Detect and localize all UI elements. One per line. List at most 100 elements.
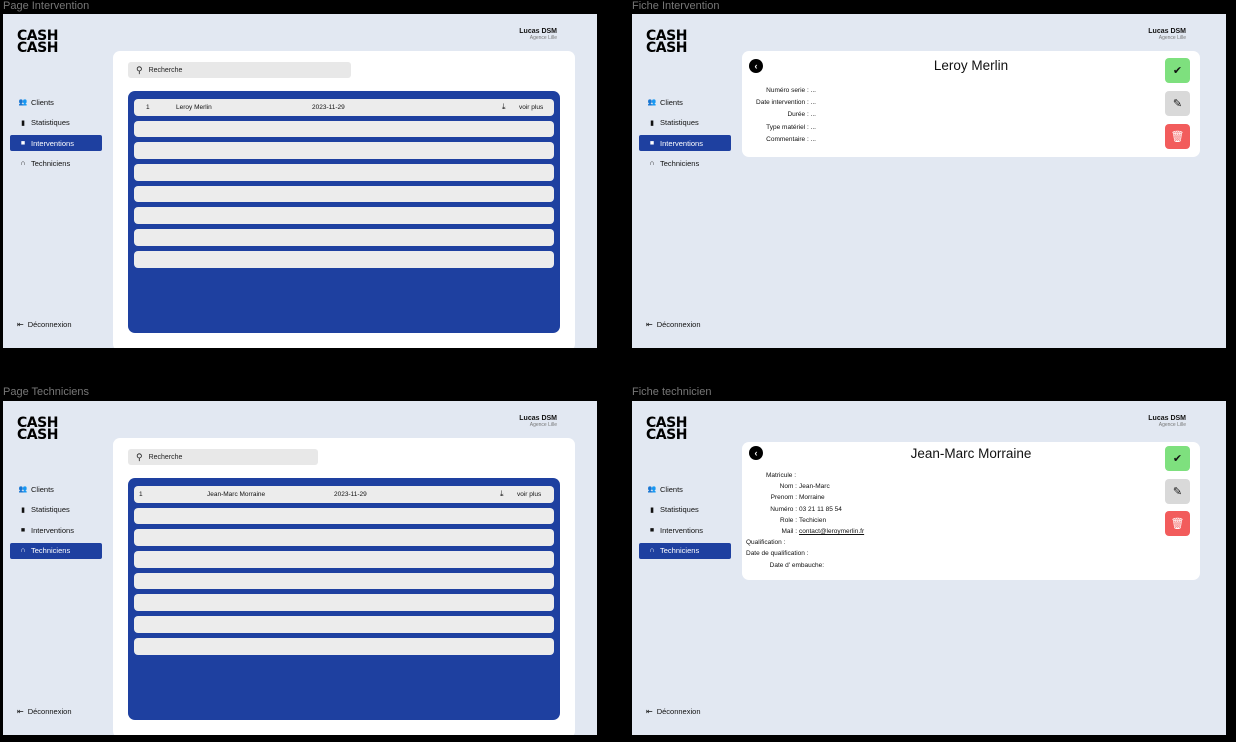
edit-button[interactable]: ✎: [1165, 91, 1190, 116]
bar-chart-icon: ▮: [21, 506, 25, 514]
sidebar-item-statistiques[interactable]: ▮ Statistiques: [10, 115, 102, 131]
detail-card: ‹ Jean-Marc Morraine Matricule : Nom : Je…: [742, 442, 1200, 580]
delete-button[interactable]: 🗑: [1165, 511, 1190, 536]
user-info: Lucas DSM Agence Lille: [1148, 28, 1186, 41]
logo: CASH CASH: [17, 28, 58, 56]
sidebar-item-techniciens[interactable]: ∩ Techniciens: [10, 156, 102, 172]
table-row[interactable]: [134, 185, 554, 203]
logout-button[interactable]: ⇤ Déconnexion: [646, 320, 700, 329]
edit-button[interactable]: ✎: [1165, 479, 1190, 504]
field-commentaire: Commentaire : ...: [766, 135, 816, 143]
headset-icon: ∩: [649, 160, 655, 167]
logout-icon: ⇤: [646, 707, 653, 716]
logout-icon: ⇤: [646, 320, 653, 329]
mail-link[interactable]: contact@leroymerlin.fr: [799, 526, 864, 537]
user-info: Lucas DSM Agence Lille: [1148, 415, 1186, 428]
trash-icon: 🗑: [1170, 131, 1185, 143]
logo: CASH CASH: [646, 28, 687, 56]
user-name: Lucas DSM: [519, 415, 557, 422]
sidebar-item-clients[interactable]: 👥 Clients: [639, 94, 731, 110]
intervention-fields: Numéro serie : ... Date intervention : .…: [748, 85, 816, 146]
table-row[interactable]: [134, 164, 554, 181]
page-techniciens: CASH CASH Lucas DSM Agence Lille 👥 Clients…: [3, 401, 597, 735]
logout-button[interactable]: ⇤ Déconnexion: [17, 707, 71, 716]
table-row[interactable]: [134, 120, 554, 138]
frame-title: Fiche technicien: [632, 386, 712, 398]
field-qualification: Qualification :: [746, 539, 786, 547]
intervention-list: 1 Leroy Merlin 2023-11-29 ⤓ voir plus: [128, 91, 560, 333]
truck-icon: ■: [20, 139, 26, 147]
headset-icon: ∩: [20, 547, 26, 554]
users-icon: 👥: [18, 486, 28, 493]
check-icon: ✔: [1172, 453, 1183, 465]
field-date-intervention: Date intervention : ...: [756, 99, 816, 107]
table-row[interactable]: [134, 250, 554, 268]
table-row[interactable]: 1 Leroy Merlin 2023-11-29 ⤓ voir plus: [134, 99, 554, 116]
table-row[interactable]: [134, 207, 554, 225]
logout-icon: ⇤: [17, 320, 24, 329]
sidebar-item-techniciens[interactable]: ∩ Techniciens: [639, 542, 731, 559]
logo: CASH CASH: [646, 415, 687, 443]
validate-button[interactable]: ✔: [1165, 446, 1190, 471]
table-row[interactable]: [134, 529, 554, 547]
field-date-qualification: Date de qualification :: [746, 550, 809, 558]
frame-title: Fiche Intervention: [632, 0, 720, 12]
sidebar-item-interventions[interactable]: ■ Interventions: [10, 522, 102, 538]
table-row[interactable]: [134, 616, 554, 633]
user-info: Lucas DSM Agence Lille: [519, 28, 557, 41]
user-agency: Agence Lille: [1158, 422, 1186, 428]
user-agency: Agence Lille: [529, 35, 557, 41]
voir-plus-link[interactable]: voir plus: [517, 491, 541, 498]
sidebar-item-clients[interactable]: 👥 Clients: [10, 94, 102, 110]
detail-title: Leroy Merlin: [933, 58, 1009, 73]
logout-button[interactable]: ⇤ Déconnexion: [646, 707, 700, 716]
users-icon: 👥: [647, 486, 657, 493]
table-row[interactable]: [134, 594, 554, 612]
sidebar-item-interventions[interactable]: ■ Interventions: [639, 522, 731, 538]
field-duree: Durée : ...: [787, 111, 816, 119]
download-icon[interactable]: ⤓: [502, 102, 506, 112]
field-matricule: Matricule :: [766, 472, 796, 479]
sidebar-nav: 👥 Clients ▮ Statistiques ■ Interventions ∩ T…: [10, 481, 102, 563]
sidebar-nav: 👥 Clients ▮ Statistiques ■ Interventions ∩ T…: [639, 94, 731, 176]
trash-icon: 🗑: [1170, 518, 1185, 530]
table-row[interactable]: [134, 572, 554, 590]
sidebar-nav: 👥 Clients ▮ Statistiques ■ Interventions ∩ T…: [639, 481, 731, 563]
technicien-fields: Matricule : Nom : Jean-Marc Prenom : Morra…: [746, 470, 864, 571]
search-input[interactable]: ⚲ Recherche: [128, 449, 318, 465]
sidebar-item-techniciens[interactable]: ∩ Techniciens: [639, 156, 731, 172]
fiche-technicien: CASH CASH Lucas DSM Agence Lille 👥 Clients…: [632, 401, 1226, 735]
sidebar-item-interventions[interactable]: ■ Interventions: [10, 135, 102, 151]
users-icon: 👥: [647, 99, 657, 106]
download-icon[interactable]: ⤓: [500, 489, 504, 499]
bar-chart-icon: ▮: [21, 119, 25, 127]
search-input[interactable]: ⚲ Recherche: [128, 62, 351, 78]
field-nom: Nom : Jean-Marc: [779, 483, 830, 491]
users-icon: 👥: [18, 99, 28, 106]
sidebar-item-clients[interactable]: 👥 Clients: [639, 481, 731, 497]
sidebar-item-techniciens[interactable]: ∩ Techniciens: [10, 542, 102, 559]
validate-button[interactable]: ✔: [1165, 58, 1190, 83]
sidebar-item-interventions[interactable]: ■ Interventions: [639, 135, 731, 151]
page-intervention: CASH CASH Lucas DSM Agence Lille 👥 Clients…: [3, 14, 597, 348]
table-row[interactable]: [134, 507, 554, 525]
search-icon: ⚲: [136, 64, 143, 75]
main-panel: ⚲ Recherche 1 Leroy Merlin 2023-11-29 ⤓ v…: [113, 51, 575, 348]
sidebar-item-statistiques[interactable]: ▮ Statistiques: [10, 502, 102, 518]
delete-button[interactable]: 🗑: [1165, 124, 1190, 149]
field-mail: Mail : contact@leroymerlin.fr: [746, 526, 864, 537]
table-row[interactable]: [134, 551, 554, 568]
table-row[interactable]: [134, 229, 554, 246]
field-prenom: Prenom : Morraine: [770, 494, 825, 502]
logout-button[interactable]: ⇤ Déconnexion: [17, 320, 71, 329]
fiche-intervention: CASH CASH Lucas DSM Agence Lille 👥 Clients…: [632, 14, 1226, 348]
user-name: Lucas DSM: [1148, 28, 1186, 35]
sidebar-item-statistiques[interactable]: ▮ Statistiques: [639, 502, 731, 518]
headset-icon: ∩: [20, 160, 26, 167]
table-row[interactable]: [134, 142, 554, 160]
table-row[interactable]: 1 Jean-Marc Morraine 2023-11-29 ⤓ voir p…: [134, 486, 554, 503]
sidebar-item-clients[interactable]: 👥 Clients: [10, 481, 102, 497]
sidebar-item-statistiques[interactable]: ▮ Statistiques: [639, 115, 731, 131]
voir-plus-link[interactable]: voir plus: [519, 104, 543, 111]
table-row[interactable]: [134, 637, 554, 655]
